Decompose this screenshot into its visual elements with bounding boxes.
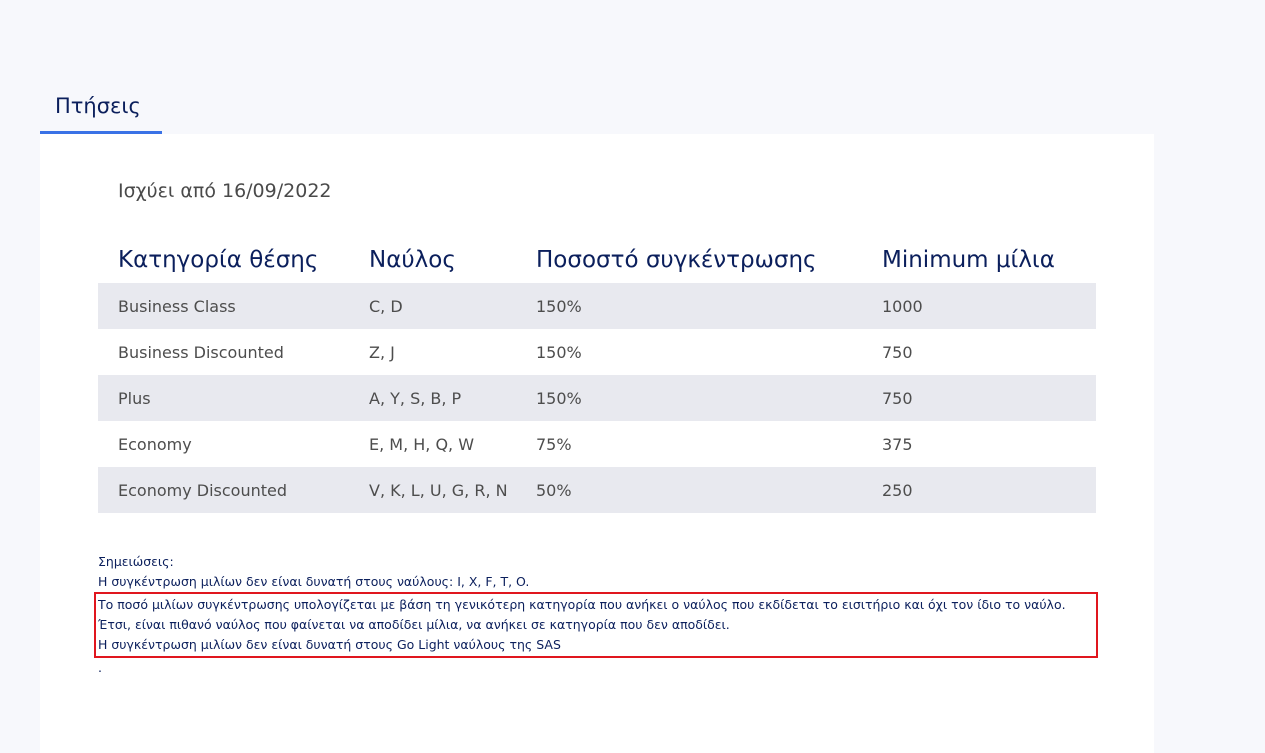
notes-trailing-dot: .: [98, 660, 102, 675]
cell-category: Business Discounted: [118, 342, 284, 362]
table-header-row: Κατηγορία θέσης Ναύλος Ποσοστό συγκέντρω…: [98, 237, 1096, 283]
cell-fare: E, M, H, Q, W: [369, 434, 475, 454]
table-row: Economy E, M, H, Q, W 75% 375: [98, 421, 1096, 467]
cell-min-miles: 750: [862, 375, 1096, 421]
table-row: Business Discounted Z, J 150% 750: [98, 329, 1096, 375]
header-seat-category: Κατηγορία θέσης: [118, 247, 319, 273]
valid-from-date: Ισχύει από 16/09/2022: [118, 180, 332, 202]
notes-title: Σημειώσεις:: [98, 554, 174, 569]
cell-min-miles: 250: [862, 467, 1096, 513]
notes-section: Σημειώσεις: Η συγκέντρωση μιλίων δεν είν…: [94, 552, 1098, 678]
header-fare: Ναύλος: [369, 247, 456, 273]
header-minimum-miles: Minimum μίλια: [882, 247, 1055, 273]
table-row: Plus A, Y, S, B, P 150% 750: [98, 375, 1096, 421]
highlighted-notes-box: Το ποσό μιλίων συγκέντρωσης υπολογίζεται…: [94, 592, 1098, 658]
note-excluded-fares: Η συγκέντρωση μιλίων δεν είναι δυνατή στ…: [98, 574, 530, 589]
table-row: Economy Discounted V, K, L, U, G, R, N 5…: [98, 467, 1096, 513]
cell-rate: 150%: [516, 375, 862, 421]
cell-min-miles: 750: [882, 342, 913, 362]
cell-category: Business Class: [98, 283, 349, 329]
cell-rate: 50%: [516, 467, 862, 513]
cell-rate: 75%: [536, 434, 572, 454]
cell-category: Plus: [98, 375, 349, 421]
page: Πτήσεις Ισχύει από 16/09/2022 Κατηγορία …: [0, 0, 1265, 753]
cell-fare: Z, J: [369, 342, 395, 362]
note-calculation-basis: Το ποσό μιλίων συγκέντρωσης υπολογίζεται…: [98, 597, 1066, 632]
cell-min-miles: 1000: [862, 283, 1096, 329]
cell-fare: V, K, L, U, G, R, N: [349, 467, 516, 513]
cell-fare: A, Y, S, B, P: [349, 375, 516, 421]
table-row: Business Class C, D 150% 1000: [98, 283, 1096, 329]
cell-fare: C, D: [349, 283, 516, 329]
header-earning-rate: Ποσοστό συγκέντρωσης: [536, 247, 817, 273]
cell-rate: 150%: [516, 283, 862, 329]
fares-card: Ισχύει από 16/09/2022 Κατηγορία θέσης Να…: [40, 134, 1154, 753]
cell-min-miles: 375: [882, 434, 913, 454]
note-go-light: Η συγκέντρωση μιλίων δεν είναι δυνατή στ…: [98, 637, 561, 652]
tab-flights[interactable]: Πτήσεις: [40, 88, 162, 134]
cell-category: Economy Discounted: [98, 467, 349, 513]
earning-table: Κατηγορία θέσης Ναύλος Ποσοστό συγκέντρω…: [98, 237, 1096, 513]
tab-bar: Πτήσεις: [40, 88, 162, 134]
cell-category: Economy: [118, 434, 192, 454]
cell-rate: 150%: [536, 342, 582, 362]
